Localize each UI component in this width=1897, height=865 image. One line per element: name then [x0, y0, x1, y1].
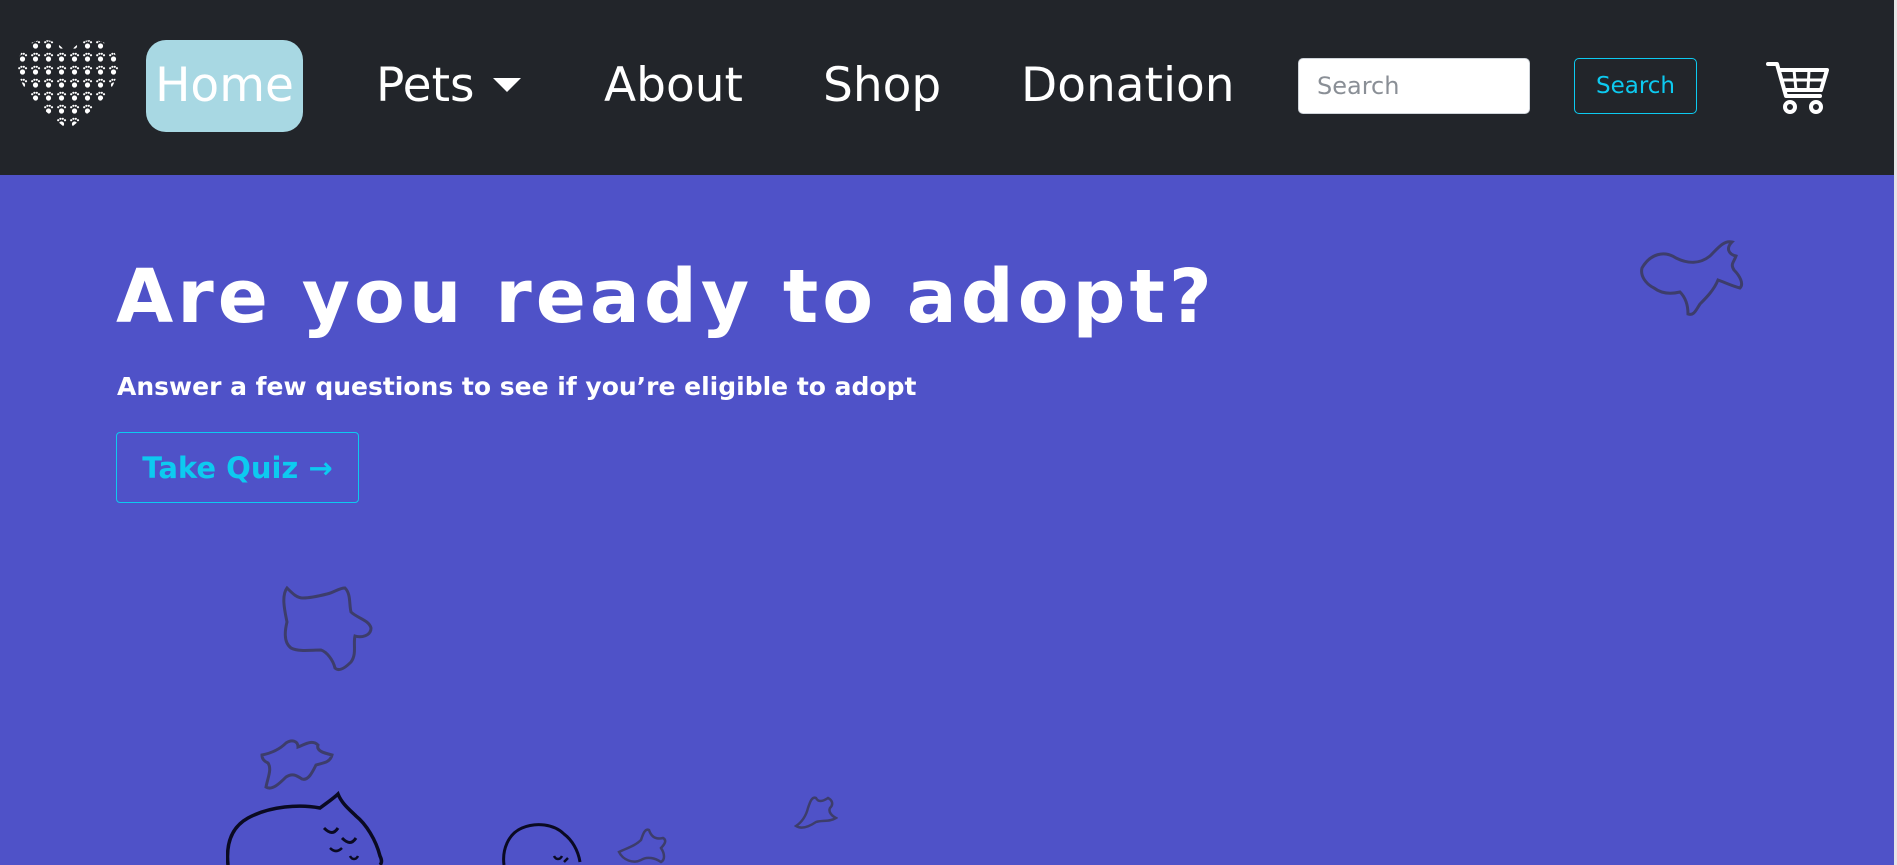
sleeping-cat-2-icon	[502, 823, 582, 865]
shopping-cart-icon[interactable]	[1766, 58, 1830, 116]
dog-outline-icon	[1640, 240, 1744, 316]
hero-subtitle: Answer a few questions to see if you’re …	[117, 372, 917, 401]
sleeping-cat-icon	[226, 790, 384, 865]
paw-heart-logo-icon[interactable]	[16, 38, 120, 134]
nav-about[interactable]: About	[604, 40, 743, 132]
caret-down-icon	[492, 77, 521, 92]
nav-pets-label: Pets	[376, 58, 475, 113]
navbar: Home Pets About Shop Donation Search	[0, 0, 1894, 175]
nav-pets-dropdown[interactable]: Pets	[376, 40, 521, 132]
nav-home[interactable]: Home	[146, 40, 303, 132]
star-small-icon	[794, 796, 838, 829]
take-quiz-button[interactable]: Take Quiz →	[116, 432, 359, 503]
nav-shop[interactable]: Shop	[823, 40, 941, 132]
cat-outline-icon	[282, 585, 373, 672]
hero-title: Are you ready to adopt?	[116, 254, 1216, 340]
nav-donation[interactable]: Donation	[1021, 40, 1235, 132]
star-icon	[617, 828, 667, 864]
search-input[interactable]	[1298, 58, 1530, 114]
search-button[interactable]: Search	[1574, 58, 1697, 114]
